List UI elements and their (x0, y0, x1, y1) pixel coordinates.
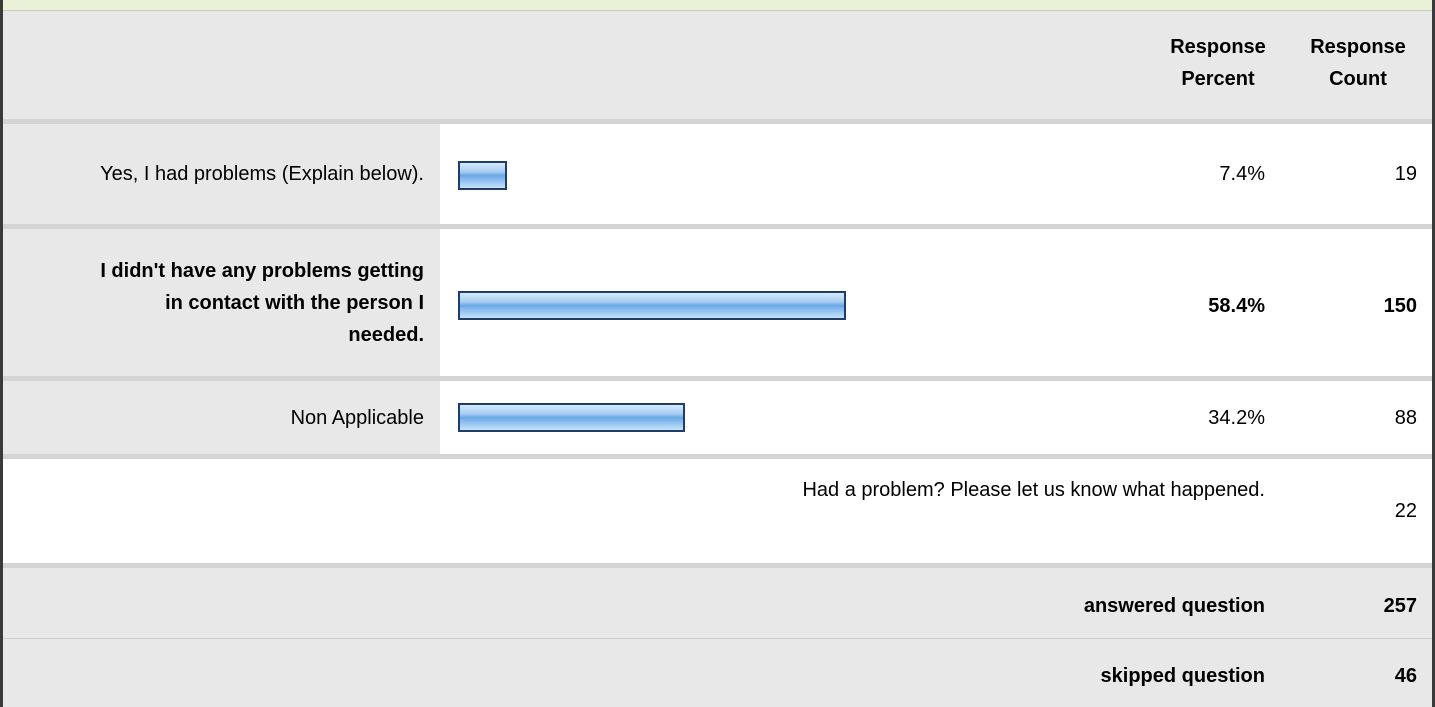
response-count: 88 (1394, 407, 1417, 429)
choice-row: I didn't have any problems getting in co… (3, 229, 1432, 376)
skipped-question-count: 46 (1394, 665, 1417, 687)
choice-label-cell: I didn't have any problems getting in co… (3, 229, 440, 376)
response-count: 150 (1383, 295, 1417, 317)
answered-question-count: 257 (1383, 595, 1417, 617)
response-bar (458, 403, 685, 432)
response-bar (458, 291, 846, 320)
choice-row: Yes, I had problems (Explain below). 7.4… (3, 124, 1432, 224)
choice-label: Yes, I had problems (Explain below). (100, 163, 424, 185)
column-header-row: Response Percent Response Count (3, 11, 1432, 119)
open-text-count: 22 (1394, 500, 1417, 522)
skipped-question-label: skipped question (1100, 665, 1265, 687)
skipped-question-row: skipped question 46 (3, 639, 1432, 707)
question-header-strip (3, 0, 1432, 11)
response-count-header: Response Count (1310, 36, 1406, 90)
response-percent: 34.2% (1208, 407, 1265, 429)
choice-label-cell: Non Applicable (3, 381, 440, 454)
answered-question-row: answered question 257 (3, 568, 1432, 638)
response-bar (458, 161, 507, 190)
choice-label-cell: Yes, I had problems (Explain below). (3, 124, 440, 224)
answered-question-label: answered question (1083, 595, 1265, 617)
open-text-prompt: Had a problem? Please let us know what h… (802, 479, 1265, 501)
choice-label: I didn't have any problems getting in co… (100, 259, 424, 346)
survey-results-table: Response Percent Response Count Yes, I h… (0, 0, 1435, 707)
response-percent-header: Response Percent (1170, 36, 1266, 90)
response-percent: 58.4% (1208, 295, 1265, 317)
response-count: 19 (1394, 163, 1417, 185)
response-percent: 7.4% (1219, 163, 1265, 185)
choice-label: Non Applicable (290, 406, 424, 429)
open-text-row: Had a problem? Please let us know what h… (3, 459, 1432, 563)
choice-row: Non Applicable 34.2% 88 (3, 381, 1432, 454)
